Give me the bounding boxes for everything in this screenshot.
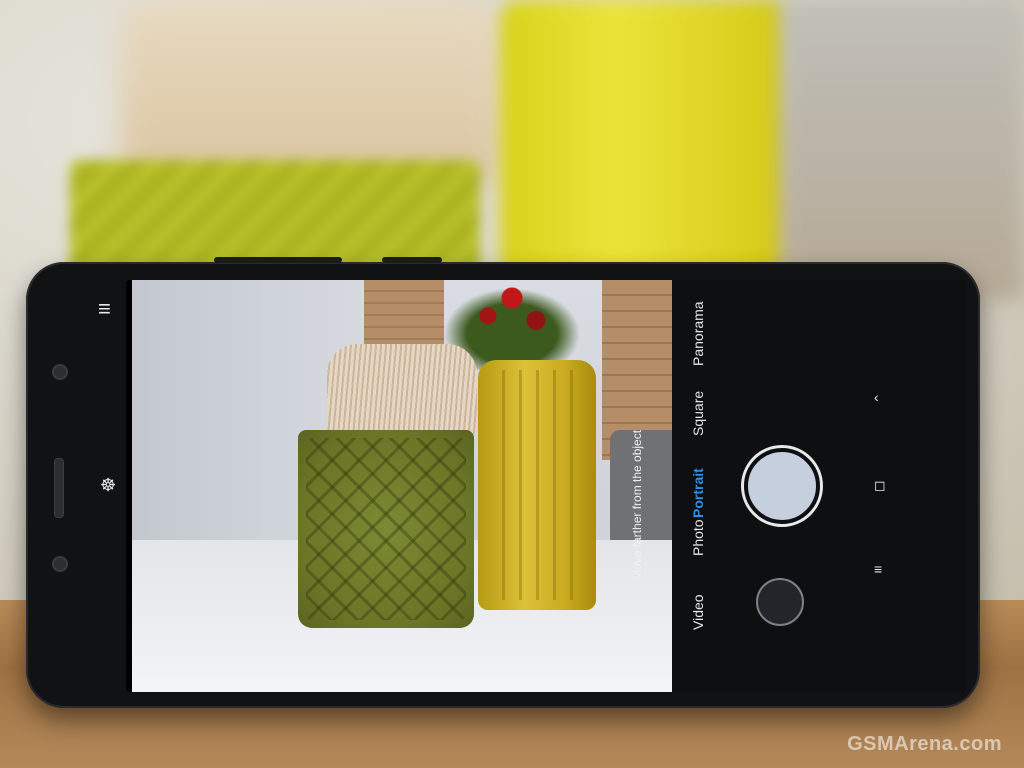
- vf-straws: [327, 344, 477, 434]
- beautify-icon[interactable]: ☸: [100, 476, 116, 494]
- volume-button: [214, 257, 342, 263]
- camera-viewfinder[interactable]: [132, 280, 672, 692]
- background-yellow-pot: [500, 0, 790, 290]
- watermark: GSMArena.com: [847, 733, 1002, 755]
- home-square-icon[interactable]: ◻: [874, 478, 886, 492]
- front-camera-icon: [52, 364, 68, 380]
- mode-square[interactable]: Square: [690, 391, 706, 436]
- camera-hint: Move farther from the object: [630, 429, 644, 580]
- mode-portrait[interactable]: Portrait: [690, 468, 706, 518]
- recents-hamburger-icon[interactable]: ≡: [874, 562, 882, 576]
- phone-screen: Move farther from the object Video Photo…: [126, 280, 966, 692]
- menu-icon[interactable]: ≡: [98, 298, 111, 320]
- back-chevron-icon[interactable]: ‹: [874, 390, 879, 404]
- camera-controls: Move farther from the object Video Photo…: [630, 280, 966, 692]
- mode-photo[interactable]: Photo: [690, 519, 706, 556]
- shutter-button[interactable]: [744, 448, 820, 524]
- power-button: [382, 257, 442, 263]
- mode-panorama[interactable]: Panorama: [690, 301, 706, 366]
- vf-yellow-pot: [478, 360, 596, 610]
- mode-video[interactable]: Video: [690, 594, 706, 630]
- earpiece: [54, 458, 64, 518]
- gallery-thumbnail[interactable]: [756, 578, 804, 626]
- proximity-sensor: [52, 556, 68, 572]
- phone: Move farther from the object Video Photo…: [26, 257, 980, 708]
- background-right: [780, 0, 1024, 300]
- vf-green-pot: [298, 430, 474, 628]
